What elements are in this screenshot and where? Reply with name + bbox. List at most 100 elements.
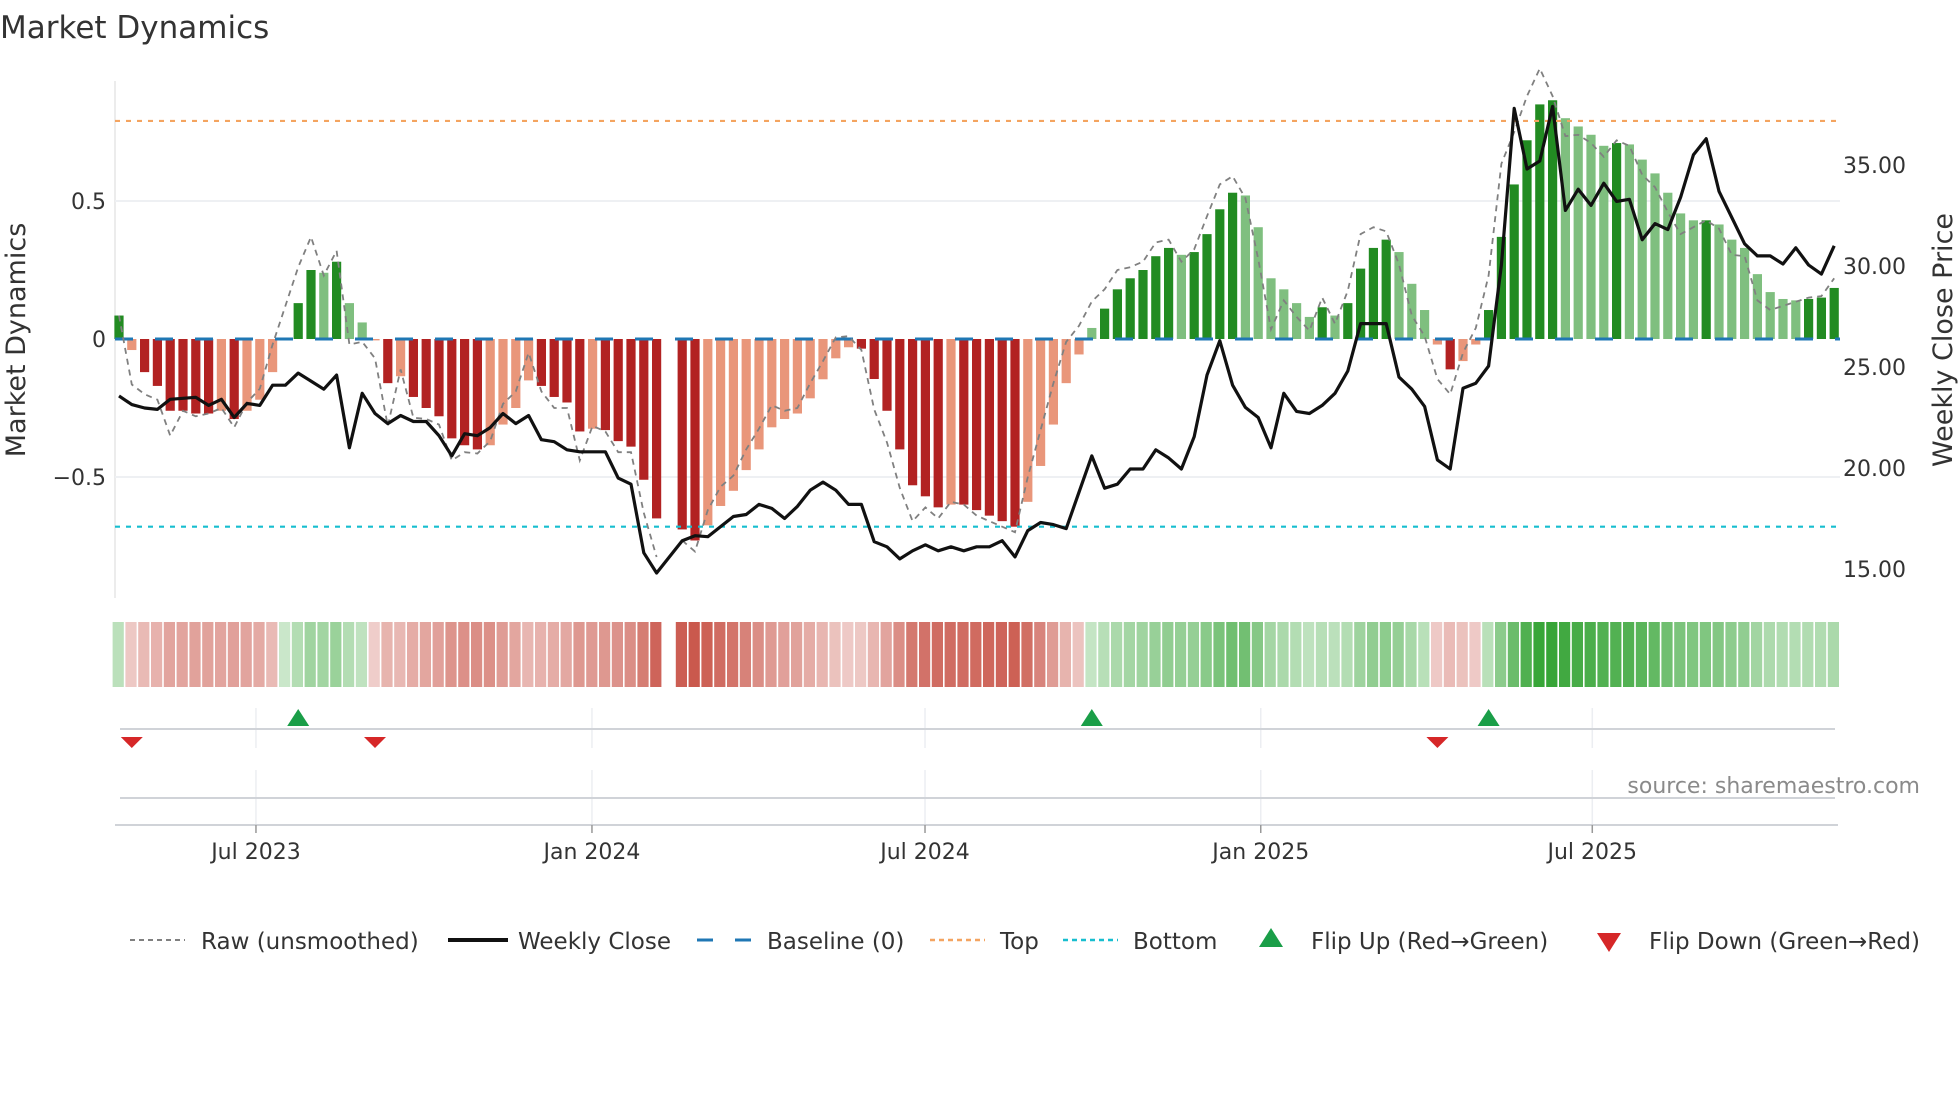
heat-cell [547,622,559,687]
momentum-bar [780,339,790,420]
heat-cell [253,622,265,687]
heat-cell [970,622,982,687]
heat-cell [1520,622,1532,687]
heat-cell [1341,622,1353,687]
heat-cell [317,622,329,687]
legend-label: Top [999,929,1039,955]
momentum-bar [447,339,457,439]
heat-cell [509,622,521,687]
legend: Raw (unsmoothed) Weekly Close Baseline (0)… [130,928,1920,955]
heat-cell [1815,622,1827,687]
momentum-bar [434,339,444,417]
heat-cell [1431,622,1443,687]
heat-cell [1546,622,1558,687]
heat-cell [560,622,572,687]
momentum-bar [984,339,994,516]
heat-cell [1571,622,1583,687]
flip-down-marker [364,737,386,748]
heat-cell [1277,622,1289,687]
momentum-bar [613,339,623,442]
heat-cell [1047,622,1059,687]
heat-cell [650,622,662,687]
heat-strip [112,622,1839,687]
momentum-bar [1151,256,1161,339]
legend-flip-down-icon [1597,933,1621,952]
momentum-bar [1791,300,1801,339]
heat-cell [1072,622,1084,687]
heat-cell [266,622,278,687]
flip-down-marker [1426,737,1449,748]
heat-cell [1367,622,1379,687]
heat-cell [1456,622,1468,687]
heat-cell [855,622,867,687]
momentum-bar [1368,247,1378,339]
y2-tick-label: 35.00 [1843,154,1906,179]
x-axis: Jul 2023 Jan 2024 Jul 2024 Jan 2025 Jul 2025 [115,824,1838,865]
heat-cell [483,622,495,687]
heat-cell [304,622,316,687]
momentum-bar [997,339,1007,522]
momentum-bar [383,339,393,384]
x-tick-label: Jan 2025 [1210,840,1309,865]
heat-cell [1187,622,1199,687]
heat-cell [1495,622,1507,687]
momentum-bar [511,339,521,408]
momentum-bar [1535,104,1545,340]
heat-cell [151,622,163,687]
momentum-bar [1458,339,1468,362]
heat-cell [1674,622,1686,687]
heat-cell [394,622,406,687]
heat-cell [1827,622,1839,687]
momentum-bar [549,339,559,397]
heat-cell [931,622,943,687]
heat-cell [202,622,214,687]
momentum-bar [600,339,610,431]
heat-cell [125,622,137,687]
heat-cell [1751,622,1763,687]
x-tick-label: Jan 2024 [542,840,641,865]
y2-tick-label: 15.00 [1843,558,1906,583]
momentum-bar [1573,126,1583,339]
legend-label: Flip Up (Red→Green) [1311,929,1548,955]
heat-cell [215,622,227,687]
heat-cell [1175,622,1187,687]
legend-label: Flip Down (Green→Red) [1649,929,1920,955]
momentum-bar [1074,339,1084,355]
heat-cell [291,622,303,687]
heat-cell [163,622,175,687]
momentum-bar [767,339,777,428]
momentum-bar [1240,195,1250,339]
heat-cell [471,622,483,687]
heat-cell [496,622,508,687]
flip-up-marker [1477,709,1500,726]
heat-cell [1085,622,1097,687]
flip-up-marker [287,709,310,726]
momentum-bars [114,100,1839,541]
heat-cell [1059,622,1071,687]
heat-cell [1776,622,1788,687]
heat-cell [714,622,726,687]
heat-cell [1699,622,1711,687]
momentum-bar [703,339,713,526]
heat-cell [906,622,918,687]
legend-label: Raw (unsmoothed) [201,929,419,955]
momentum-bar [1445,339,1455,370]
momentum-bar [818,339,828,380]
chart-title: Market Dynamics [0,10,269,46]
heat-cell [1213,622,1225,687]
heat-cell [637,622,649,687]
momentum-bar [498,339,508,425]
heat-cell [1008,622,1020,687]
heat-cell [1098,622,1110,687]
heat-cell [1623,622,1635,687]
momentum-bar [1752,274,1762,339]
heat-cell [842,622,854,687]
momentum-bar [255,339,265,400]
heat-cell [1315,622,1327,687]
momentum-bar [1612,143,1622,339]
heat-cell [1661,622,1673,687]
momentum-bar [140,339,150,373]
momentum-bar [191,339,201,414]
momentum-bar [1100,308,1110,339]
heat-cell [867,622,879,687]
